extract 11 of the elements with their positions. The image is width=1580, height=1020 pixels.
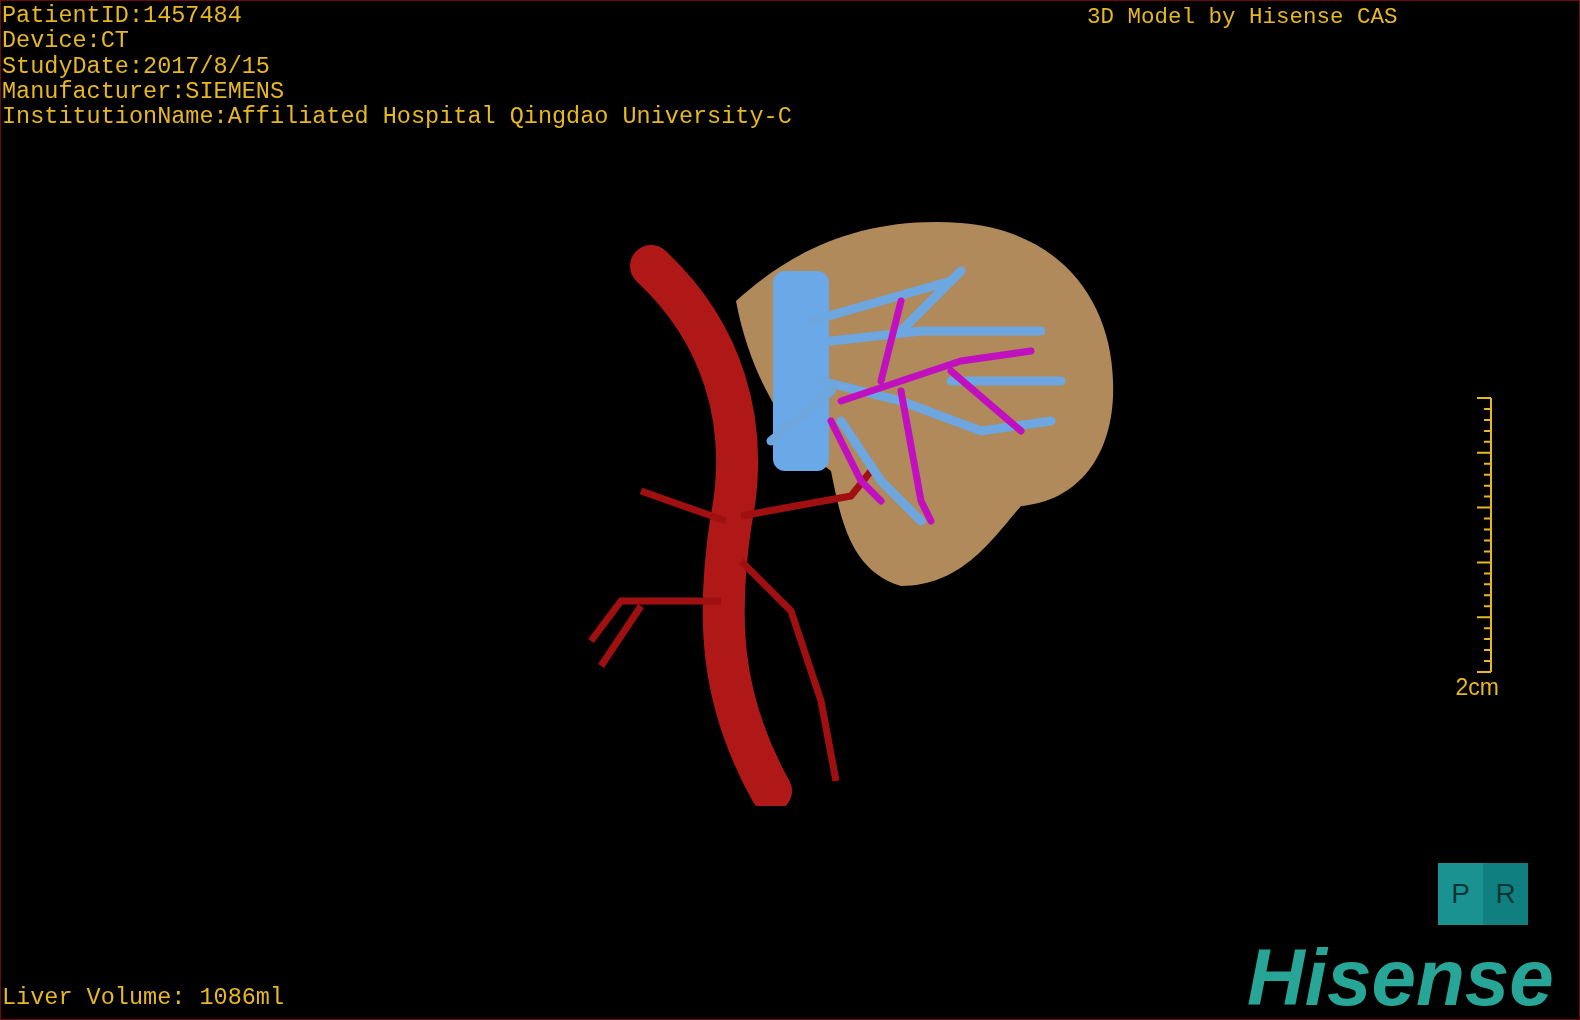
info-text: StudyDate:2017/8/15 bbox=[2, 53, 270, 79]
model-caption: 3D Model by Hisense CAS bbox=[1087, 4, 1398, 30]
info-text: Device:CT bbox=[2, 28, 129, 54]
info-text: InstitutionName:Affiliated Hospital Qingdao University-C bbox=[2, 104, 792, 130]
cube-face-label: R bbox=[1495, 879, 1516, 909]
liver-volume: Liver Volume: 1086ml bbox=[2, 985, 285, 1011]
brand-logo: Hisense bbox=[1247, 941, 1554, 1015]
cube-face-label: P bbox=[1451, 879, 1470, 909]
info-text: Manufacturer:SIEMENS bbox=[2, 78, 285, 105]
info-text: PatientID:1457484 bbox=[2, 3, 242, 29]
scale-label: 2cm bbox=[1455, 675, 1499, 699]
